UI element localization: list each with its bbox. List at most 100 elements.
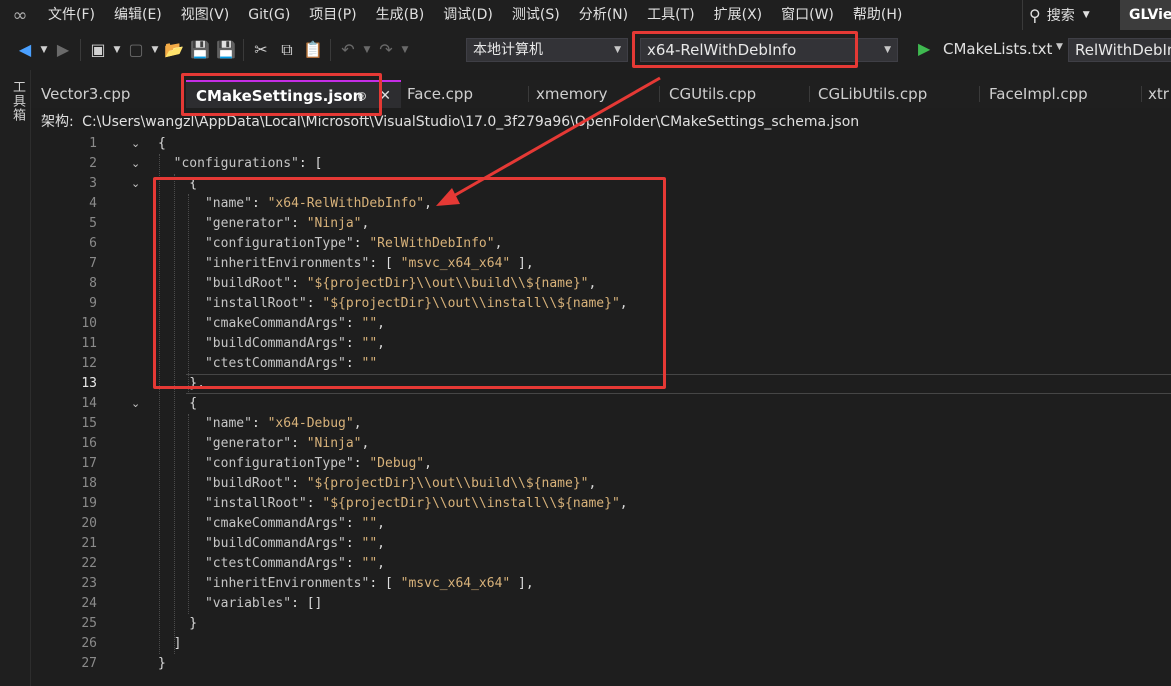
code-editor[interactable]: 1 ⌄ {2 ⌄ "configurations": [3 ⌄ {4 "name": "… <box>31 134 1171 686</box>
redo-icon[interactable]: ↷ <box>373 30 399 70</box>
code-line[interactable]: "generator": "Ninja", <box>158 434 369 454</box>
close-icon[interactable]: ✕ <box>379 82 391 108</box>
chevron-down-icon[interactable]: ▼ <box>361 30 373 70</box>
play-icon[interactable]: ▶ <box>918 39 930 58</box>
paste-icon[interactable]: 📋 <box>300 30 326 70</box>
code-line[interactable]: "inheritEnvironments": [ "msvc_x64_x64" … <box>158 574 534 594</box>
configuration-dropdown[interactable]: x64-RelWithDebInfo ▼ <box>640 38 898 62</box>
code-line[interactable]: { <box>158 134 166 154</box>
schema-path[interactable]: C:\Users\wangzl\AppData\Local\Microsoft\… <box>82 114 859 130</box>
code-line[interactable]: "buildCommandArgs": "", <box>158 534 385 554</box>
code-line[interactable]: } <box>158 654 166 674</box>
line-number: 26 <box>81 636 97 651</box>
menu-item[interactable]: 测试(S) <box>504 0 571 30</box>
search-icon: ⚲ <box>1029 5 1041 25</box>
code-line[interactable]: { <box>158 174 197 194</box>
document-tabs: Vector3.cpp CMakeSettings.json ⊛ ✕ Face.… <box>31 80 1171 108</box>
chevron-down-icon: ▼ <box>614 45 621 55</box>
tab-cgutils-cpp[interactable]: CGUtils.cpp <box>659 80 808 108</box>
toolbox-tab[interactable]: 工具箱 <box>8 80 27 122</box>
chevron-down-icon: ▼ <box>1082 10 1090 20</box>
solution-name[interactable]: GLVie <box>1120 0 1171 30</box>
chevron-down-icon[interactable]: ▼ <box>149 30 161 70</box>
code-line[interactable]: "variables": [] <box>158 594 322 614</box>
indent-guide <box>188 414 189 614</box>
tab-faceimpl-cpp[interactable]: FaceImpl.cpp <box>979 80 1141 108</box>
add-item-icon[interactable]: ▢ <box>123 30 149 70</box>
code-line[interactable]: ] <box>158 634 182 654</box>
code-line[interactable]: "ctestCommandArgs": "", <box>158 554 385 574</box>
navigate-forward-icon[interactable]: ▶ <box>50 30 76 70</box>
open-folder-icon[interactable]: 📂 <box>161 30 187 70</box>
navigate-back-icon[interactable]: ◀ <box>12 30 38 70</box>
menu-item[interactable]: Git(G) <box>240 0 301 30</box>
code-line[interactable]: } <box>158 614 197 634</box>
code-line[interactable]: "configurationType": "Debug", <box>158 454 432 474</box>
menu-item[interactable]: 编辑(E) <box>106 0 173 30</box>
code-line[interactable]: "buildRoot": "${projectDir}\\out\\build\… <box>158 274 596 294</box>
code-line[interactable]: "ctestCommandArgs": "" <box>158 354 377 374</box>
line-number: 12 <box>81 356 97 371</box>
code-line[interactable]: "buildCommandArgs": "", <box>158 334 385 354</box>
code-line[interactable]: "generator": "Ninja", <box>158 214 369 234</box>
fold-chevron-icon[interactable]: ⌄ <box>131 394 140 414</box>
code-line[interactable]: "cmakeCommandArgs": "", <box>158 514 385 534</box>
code-line[interactable]: "configurations": [ <box>158 154 323 174</box>
line-number: 20 <box>81 516 97 531</box>
menu-item[interactable]: 文件(F) <box>40 0 106 30</box>
tab-vector3-cpp[interactable]: Vector3.cpp <box>31 80 181 108</box>
chevron-down-icon[interactable]: ▼ <box>399 30 411 70</box>
pin-icon[interactable]: ⊛ <box>357 82 367 108</box>
menu-item[interactable]: 工具(T) <box>639 0 705 30</box>
search-box[interactable]: ⚲ 搜索 ▼ <box>1022 0 1090 30</box>
menu-item[interactable]: 窗口(W) <box>773 0 845 30</box>
startup-item-button[interactable]: CMakeLists.txt <box>943 40 1052 58</box>
code-line[interactable]: "name": "x64-RelWithDebInfo", <box>158 194 432 214</box>
fold-chevron-icon[interactable]: ⌄ <box>131 154 140 174</box>
visual-studio-logo-icon[interactable]: ∞ <box>0 0 40 30</box>
code-line[interactable]: }, <box>158 374 205 394</box>
code-line[interactable]: "cmakeCommandArgs": "", <box>158 314 385 334</box>
code-line[interactable]: "inheritEnvironments": [ "msvc_x64_x64" … <box>158 254 534 274</box>
chevron-down-icon[interactable]: ▼ <box>38 30 50 70</box>
undo-icon[interactable]: ↶ <box>335 30 361 70</box>
menu-item[interactable]: 帮助(H) <box>845 0 913 30</box>
line-number: 14 <box>81 396 97 411</box>
line-number: 27 <box>81 656 97 671</box>
save-all-icon[interactable]: 💾 <box>213 30 239 70</box>
toolbar-separator <box>243 39 244 61</box>
configuration-value: x64-RelWithDebInfo <box>647 41 797 59</box>
line-number: 24 <box>81 596 97 611</box>
code-line[interactable]: "configurationType": "RelWithDebInfo", <box>158 234 502 254</box>
tab-cglibutils-cpp[interactable]: CGLibUtils.cpp <box>808 80 979 108</box>
save-icon[interactable]: 💾 <box>187 30 213 70</box>
fold-chevron-icon[interactable]: ⌄ <box>131 134 140 154</box>
menu-item[interactable]: 项目(P) <box>301 0 367 30</box>
code-line[interactable]: "buildRoot": "${projectDir}\\out\\build\… <box>158 474 596 494</box>
cut-icon[interactable]: ✂ <box>248 30 274 70</box>
menu-item[interactable]: 分析(N) <box>571 0 639 30</box>
chevron-down-icon[interactable]: ▼ <box>1056 42 1063 52</box>
new-project-icon[interactable]: ▣ <box>85 30 111 70</box>
line-number: 1 <box>89 136 97 151</box>
target-machine-value: 本地计算机 <box>473 42 543 58</box>
tab-xmemory[interactable]: xmemory <box>526 80 658 108</box>
menu-item[interactable]: 扩展(X) <box>706 0 774 30</box>
toolbar-separator <box>80 39 81 61</box>
line-number: 3 <box>89 176 97 191</box>
fold-chevron-icon[interactable]: ⌄ <box>131 174 140 194</box>
menu-item[interactable]: 调试(D) <box>435 0 504 30</box>
code-line[interactable]: "installRoot": "${projectDir}\\out\\inst… <box>158 294 628 314</box>
chevron-down-icon[interactable]: ▼ <box>111 30 123 70</box>
code-line[interactable]: { <box>158 394 197 414</box>
tab-xtr[interactable]: xtr <box>1140 80 1171 108</box>
right-config-dropdown[interactable]: RelWithDebIn <box>1068 38 1171 62</box>
menu-item[interactable]: 视图(V) <box>173 0 241 30</box>
copy-icon[interactable]: ⧉ <box>274 30 300 70</box>
tab-cmakesettings-json[interactable]: CMakeSettings.json ⊛ ✕ <box>186 80 401 108</box>
target-machine-dropdown[interactable]: 本地计算机 ▼ <box>466 38 628 62</box>
tab-face-cpp[interactable]: Face.cpp <box>397 80 527 108</box>
code-line[interactable]: "installRoot": "${projectDir}\\out\\inst… <box>158 494 628 514</box>
tab-label: CGUtils.cpp <box>669 85 757 103</box>
menu-item[interactable]: 生成(B) <box>368 0 436 30</box>
